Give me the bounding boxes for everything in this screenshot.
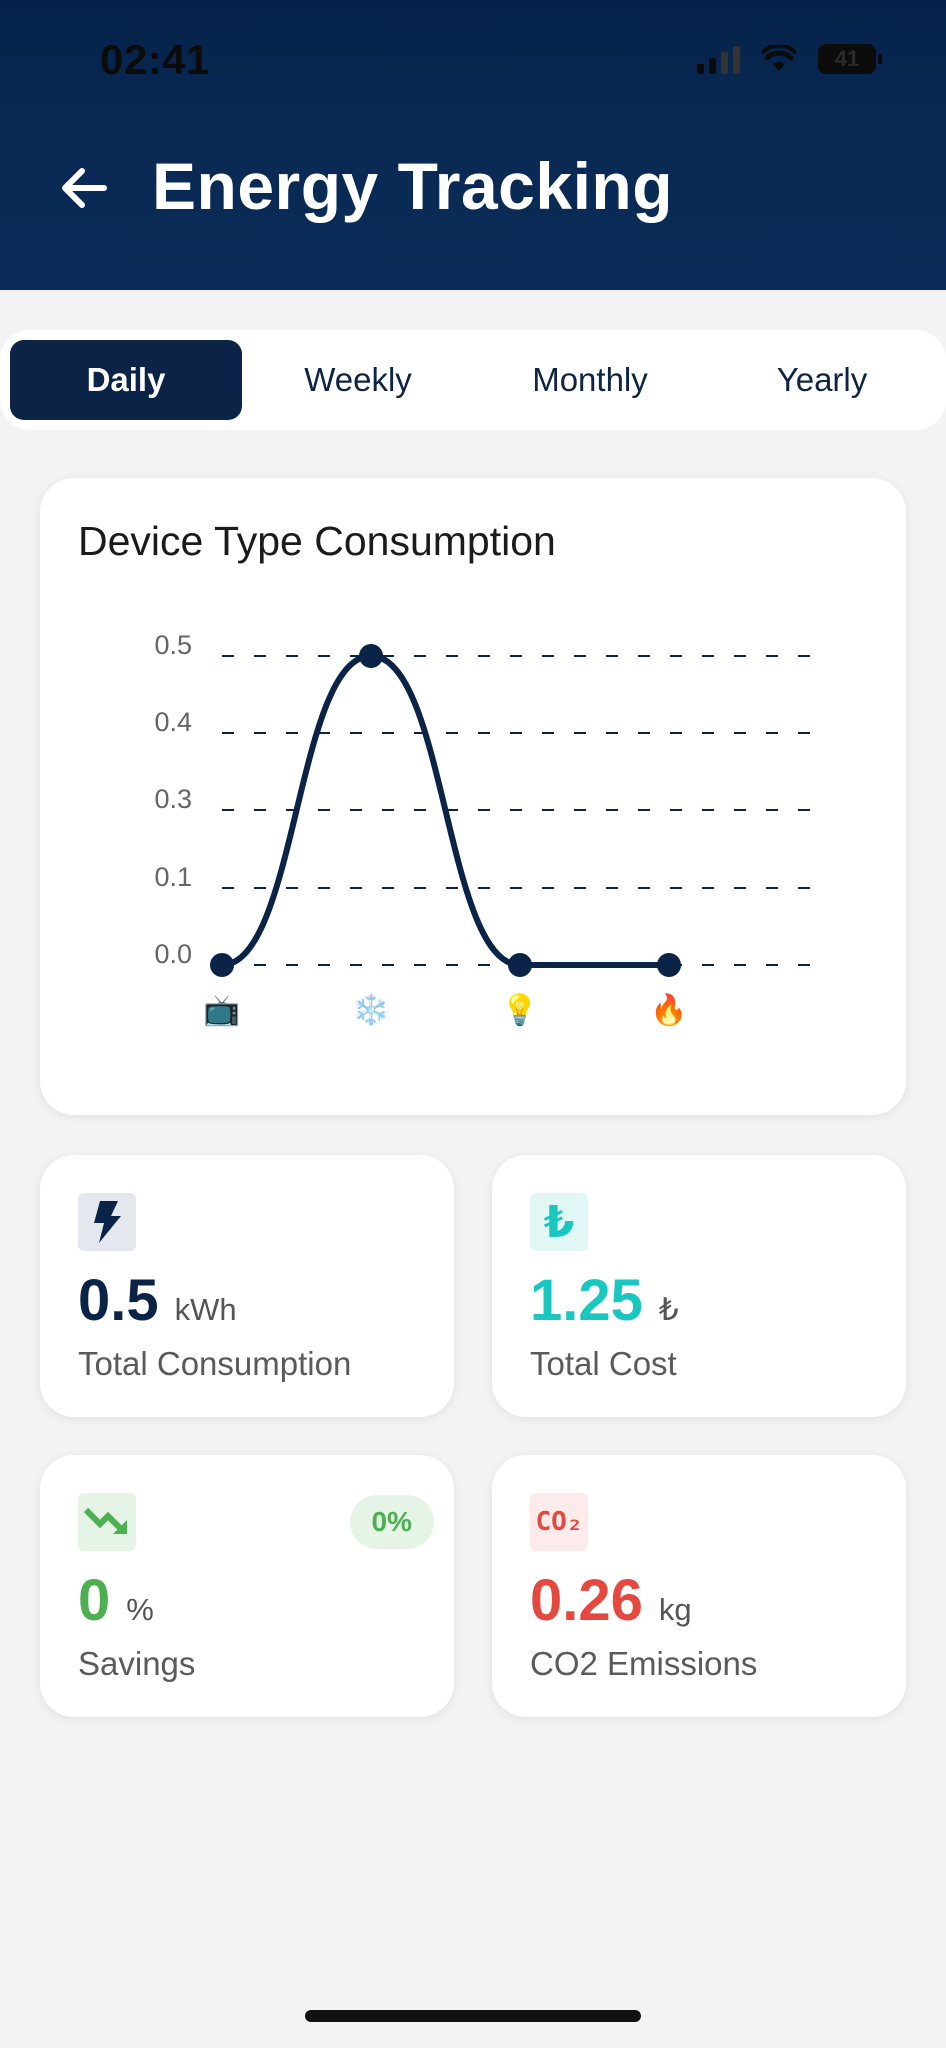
savings-card: 0% 0 % Savings — [40, 1455, 454, 1717]
emissions-value: 0.26 — [530, 1568, 643, 1633]
y-tick-label: 0.3 — [154, 784, 192, 814]
page-title: Energy Tracking — [152, 149, 674, 223]
consumption-line-chart: 0.5 0.4 0.3 0.1 0.0 📺 ❄️ 💡 🔥 — [154, 630, 820, 1028]
battery-icon: 41 — [818, 44, 882, 74]
device-consumption-card: Device Type Consumption 0.5 0.4 0.3 0.1 0.0 📺… — [40, 478, 906, 1115]
savings-unit: % — [126, 1592, 154, 1627]
tab-weekly[interactable]: Weekly — [242, 340, 474, 420]
total-cost-card: ₺ 1.25 ₺ Total Cost — [492, 1155, 906, 1417]
trending-down-icon-box — [78, 1493, 136, 1551]
x-category-icon: ❄️ — [352, 992, 389, 1028]
lightning-icon-box — [78, 1193, 136, 1251]
co2-emissions-card: CO₂ 0.26 kg CO2 Emissions — [492, 1455, 906, 1717]
period-tabs: Daily Weekly Monthly Yearly — [0, 330, 946, 430]
consumption-unit: kWh — [174, 1292, 237, 1327]
back-arrow-icon[interactable] — [56, 160, 112, 216]
emissions-value-line: 0.26 kg — [530, 1567, 692, 1634]
cost-value-line: 1.25 ₺ — [530, 1267, 679, 1334]
consumption-label: Total Consumption — [78, 1345, 352, 1382]
consumption-value: 0.5 — [78, 1268, 159, 1333]
savings-badge: 0% — [349, 1495, 434, 1549]
co2-icon: CO₂ — [535, 1507, 583, 1537]
app-header: 02:41 41 Energy Tracking — [0, 0, 946, 290]
x-category-icon: 💡 — [501, 992, 538, 1028]
emissions-unit: kg — [658, 1592, 692, 1627]
trending-down-icon — [83, 1507, 127, 1534]
lightning-icon — [94, 1201, 121, 1243]
tab-yearly[interactable]: Yearly — [706, 340, 938, 420]
cost-label: Total Cost — [530, 1345, 677, 1382]
status-time: 02:41 — [100, 36, 210, 83]
home-indicator[interactable] — [305, 2010, 641, 2022]
y-tick-label: 0.1 — [154, 862, 192, 892]
y-tick-label: 0.4 — [154, 707, 192, 737]
wifi-icon — [762, 45, 796, 71]
consumption-value-line: 0.5 kWh — [78, 1267, 237, 1334]
cost-value: 1.25 — [530, 1268, 643, 1333]
data-point[interactable] — [508, 953, 532, 977]
total-consumption-card: 0.5 kWh Total Consumption — [40, 1155, 454, 1417]
y-tick-label: 0.0 — [154, 939, 192, 969]
x-category-icon: 📺 — [203, 993, 240, 1028]
cellular-signal-icon — [697, 44, 740, 74]
co2-icon-box: CO₂ — [530, 1493, 588, 1551]
savings-value: 0 — [78, 1568, 111, 1633]
data-point[interactable] — [657, 953, 681, 977]
y-tick-label: 0.5 — [154, 630, 192, 660]
savings-label: Savings — [78, 1645, 196, 1682]
data-point[interactable] — [210, 953, 234, 977]
savings-value-line: 0 % — [78, 1567, 154, 1634]
x-category-icon: 🔥 — [650, 992, 687, 1028]
cost-unit: ₺ — [658, 1292, 679, 1327]
tab-daily[interactable]: Daily — [10, 340, 242, 420]
lira-icon: ₺ — [543, 1197, 575, 1247]
data-point[interactable] — [359, 644, 383, 668]
emissions-label: CO2 Emissions — [530, 1645, 758, 1682]
tab-monthly[interactable]: Monthly — [474, 340, 706, 420]
lira-icon-box: ₺ — [530, 1193, 588, 1251]
status-icons: 41 — [697, 44, 882, 74]
